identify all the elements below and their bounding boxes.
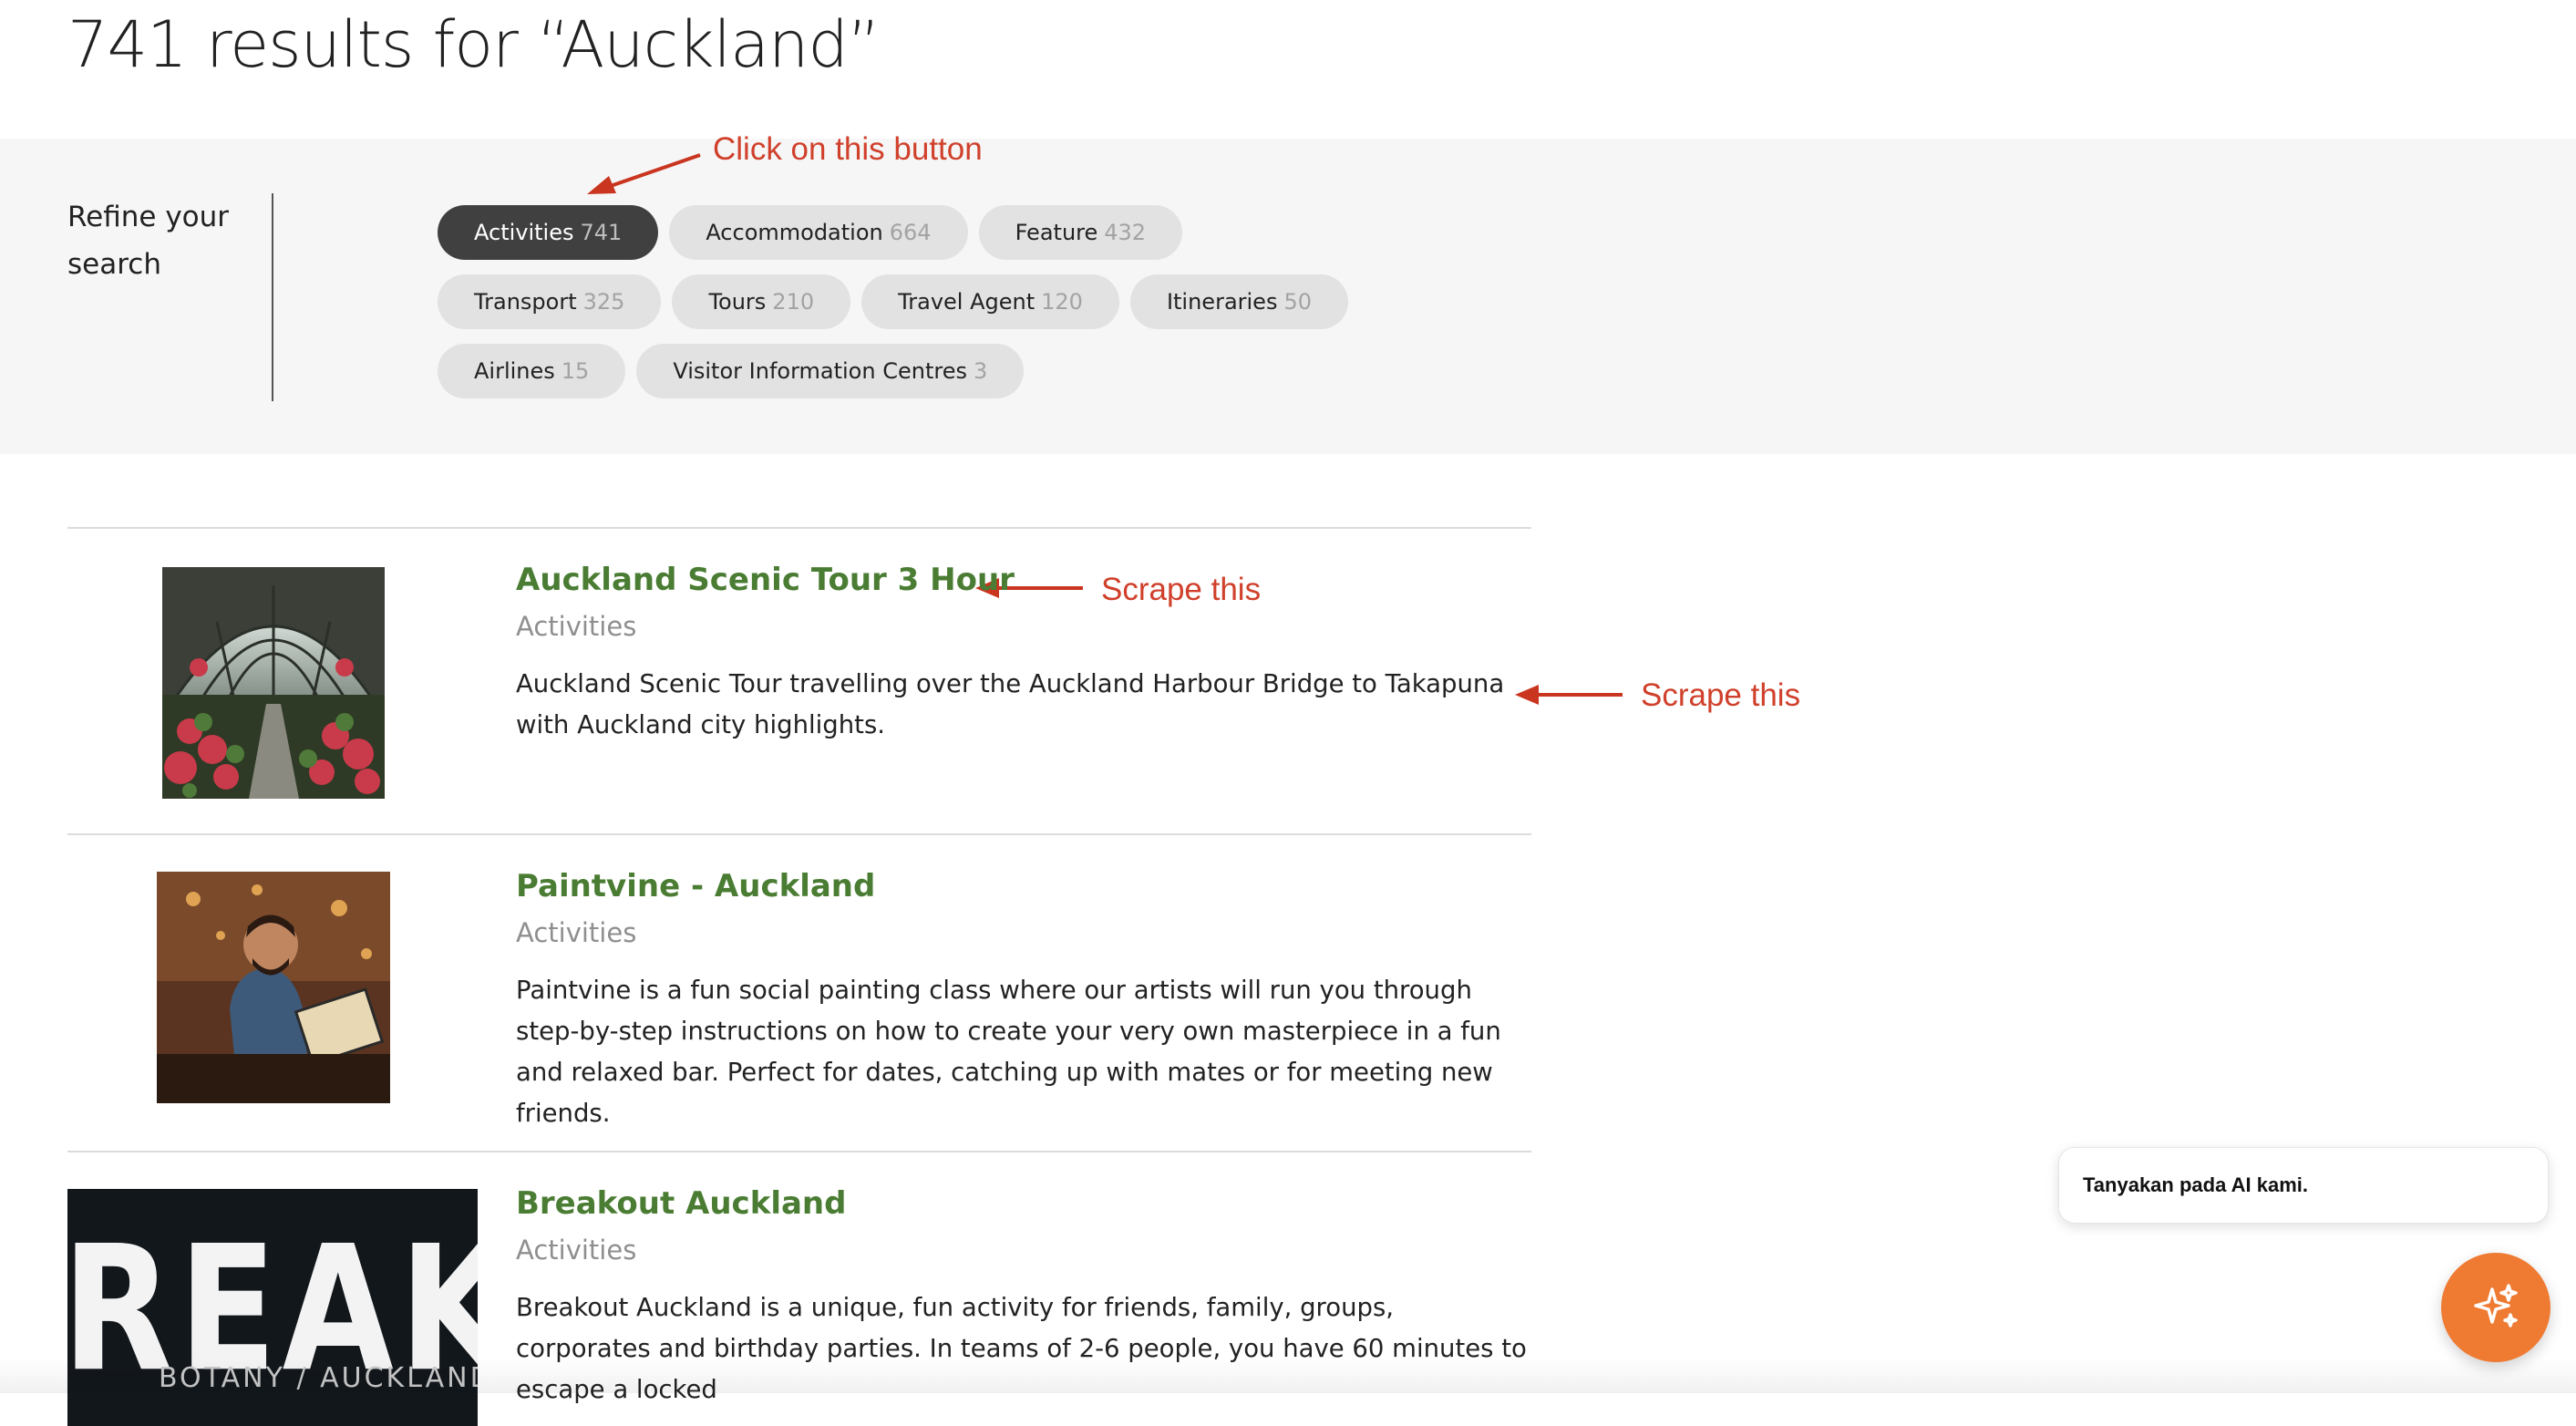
chip-tours[interactable]: Tours 210 bbox=[672, 274, 851, 329]
chip-accommodation[interactable]: Accommodation 664 bbox=[669, 205, 968, 260]
chip-count: 50 bbox=[1283, 289, 1312, 315]
chip-count: 741 bbox=[580, 220, 623, 245]
chip-itineraries[interactable]: Itineraries 50 bbox=[1129, 274, 1348, 329]
result-title[interactable]: Paintvine - Auckland bbox=[516, 868, 1528, 904]
chip-count: 432 bbox=[1104, 220, 1147, 245]
result-info: Auckland Scenic Tour 3 Hour Activities A… bbox=[516, 562, 1528, 746]
result-description: Paintvine is a fun social painting class… bbox=[516, 976, 1501, 1128]
ai-chat-prompt[interactable]: Tanyakan pada AI kami. bbox=[2058, 1147, 2549, 1224]
result-description: Auckland Scenic Tour travelling over the… bbox=[516, 669, 1505, 739]
result-item: Auckland Scenic Tour 3 Hour Activities A… bbox=[67, 527, 1531, 833]
chip-count: 664 bbox=[889, 220, 932, 245]
chip-travel-agent[interactable]: Travel Agent 120 bbox=[861, 274, 1119, 329]
painting-class-image bbox=[157, 872, 390, 1103]
chip-label: Travel Agent bbox=[898, 289, 1036, 315]
refine-panel: Refine your search Activities 741 Accommo… bbox=[0, 139, 2576, 454]
chip-label: Visitor Information Centres bbox=[673, 358, 967, 384]
refine-label: Refine your search bbox=[67, 201, 230, 281]
result-item: REAKOU BOTANY / AUCKLAND / ESCAPE Breako… bbox=[67, 1151, 1531, 1426]
result-category: Activities bbox=[516, 917, 637, 948]
chip-airlines[interactable]: Airlines 15 bbox=[438, 344, 626, 398]
chip-label: Activities bbox=[474, 220, 574, 245]
chip-label: Transport bbox=[474, 289, 577, 315]
category-filter-chips: Activities 741 Accommodation 664 Feature 43… bbox=[438, 205, 1404, 398]
result-image-breakout[interactable]: REAKOU BOTANY / AUCKLAND / ESCAPE bbox=[67, 1189, 478, 1426]
chip-transport[interactable]: Transport 325 bbox=[438, 274, 662, 329]
chip-count: 325 bbox=[582, 289, 625, 315]
result-info: Paintvine - Auckland Activities Paintvin… bbox=[516, 868, 1528, 1134]
conservatory-image bbox=[162, 567, 385, 799]
result-description: Breakout Auckland is a unique, fun activ… bbox=[516, 1293, 1527, 1404]
chip-activities[interactable]: Activities 741 bbox=[438, 205, 659, 260]
result-title[interactable]: Breakout Auckland bbox=[516, 1185, 1528, 1222]
result-image-painting-class[interactable] bbox=[157, 872, 390, 1103]
chip-label: Feature bbox=[1015, 220, 1098, 245]
page-title: 741 results for “Auckland” bbox=[67, 7, 881, 82]
chip-count: 3 bbox=[973, 358, 988, 384]
ai-chat-prompt-text: Tanyakan pada AI kami. bbox=[2083, 1173, 2308, 1196]
chip-count: 15 bbox=[561, 358, 590, 384]
chip-label: Accommodation bbox=[706, 220, 883, 245]
chip-count: 210 bbox=[772, 289, 815, 315]
result-title[interactable]: Auckland Scenic Tour 3 Hour bbox=[516, 562, 1528, 598]
annotation-click-button: Click on this button bbox=[713, 131, 983, 167]
chip-label: Airlines bbox=[474, 358, 555, 384]
chip-label: Tours bbox=[708, 289, 767, 315]
sparkle-icon bbox=[2474, 1284, 2518, 1328]
chip-feature[interactable]: Feature 432 bbox=[978, 205, 1183, 260]
chip-count: 120 bbox=[1041, 289, 1083, 315]
chip-label: Itineraries bbox=[1166, 289, 1278, 315]
refine-divider bbox=[272, 193, 273, 401]
annotation-scrape-description: Scrape this bbox=[1641, 677, 1801, 713]
result-image-conservatory[interactable] bbox=[162, 567, 385, 799]
chip-visitor-information-centres[interactable]: Visitor Information Centres 3 bbox=[636, 344, 1025, 398]
results-list: Auckland Scenic Tour 3 Hour Activities A… bbox=[67, 527, 1531, 1426]
ai-chat-button[interactable] bbox=[2441, 1253, 2550, 1362]
result-info: Breakout Auckland Activities Breakout Au… bbox=[516, 1185, 1528, 1410]
result-item: Paintvine - Auckland Activities Paintvin… bbox=[67, 833, 1531, 1151]
breakout-logo-subtext: BOTANY / AUCKLAND / ESCAPE bbox=[159, 1362, 478, 1394]
result-category: Activities bbox=[516, 1235, 637, 1266]
result-category: Activities bbox=[516, 611, 637, 642]
